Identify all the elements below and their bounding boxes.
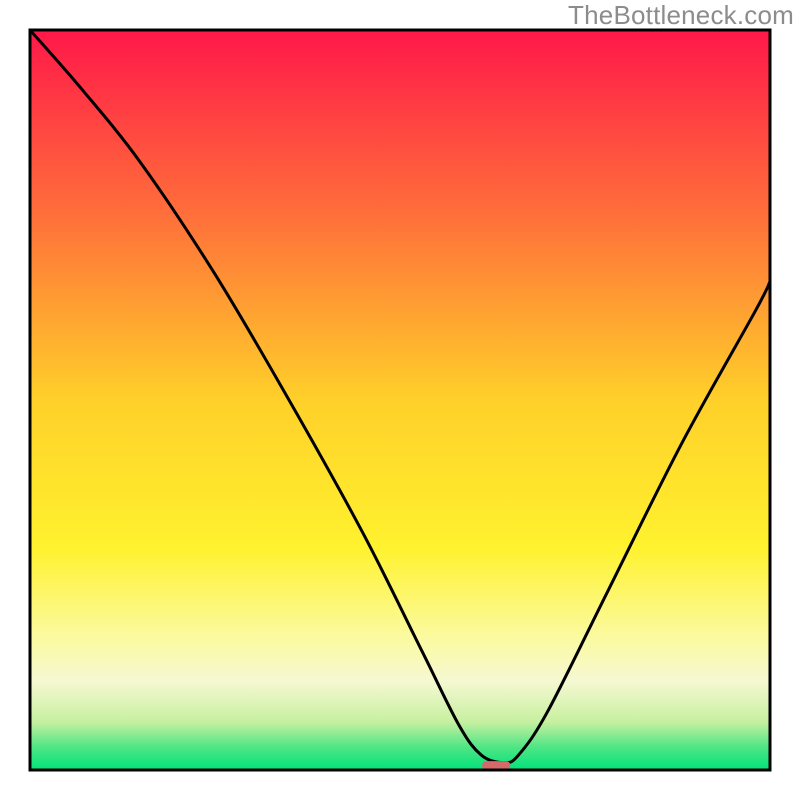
plot-background <box>30 30 770 770</box>
watermark-text: TheBottleneck.com <box>568 0 794 31</box>
chart-root: TheBottleneck.com <box>0 0 800 800</box>
bottleneck-chart <box>0 0 800 800</box>
